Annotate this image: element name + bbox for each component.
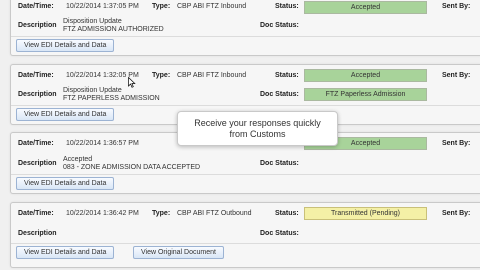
sent-by-label: Sent By: (442, 210, 471, 217)
type-label: Type: (152, 210, 171, 217)
doc-status-label: Doc Status: (260, 160, 299, 167)
date-time-label: Date/Time: (18, 3, 54, 10)
sent-by-label: Sent By: (442, 3, 471, 10)
divider (11, 174, 480, 175)
description-line-1: Disposition Update (63, 87, 122, 94)
description-line-1: Disposition Update (63, 18, 122, 25)
status-label: Status: (275, 3, 299, 10)
message-card: Date/Time: 10/22/2014 1:36:42 PM Type: C… (10, 202, 480, 268)
doc-status-badge: FTZ Paperless Admission (304, 88, 427, 101)
date-time-value: 10/22/2014 1:36:42 PM (66, 210, 139, 217)
view-edi-details-button[interactable]: View EDI Details and Data (16, 177, 115, 190)
description-line-2: FTZ PAPERLESS ADMISSION (63, 95, 160, 102)
status-badge: Accepted (304, 69, 427, 82)
divider (11, 36, 480, 37)
type-label: Type: (152, 72, 171, 79)
status-label: Status: (275, 210, 299, 217)
divider (11, 105, 480, 106)
date-time-value: 10/22/2014 1:36:57 PM (66, 140, 139, 147)
sent-by-label: Sent By: (442, 72, 471, 79)
status-badge: Transmitted (Pending) (304, 207, 427, 220)
view-edi-details-button[interactable]: View EDI Details and Data (16, 39, 115, 52)
info-tooltip: Receive your responses quickly from Cust… (177, 111, 338, 146)
doc-status-label: Doc Status: (260, 230, 299, 237)
date-time-label: Date/Time: (18, 210, 54, 217)
type-value: CBP ABI FTZ Outbound (177, 210, 252, 217)
view-original-document-button[interactable]: View Original Document (133, 246, 224, 259)
doc-status-label: Doc Status: (260, 91, 299, 98)
description-label: Description (18, 230, 57, 237)
view-edi-details-button[interactable]: View EDI Details and Data (16, 108, 115, 121)
tooltip-text: Receive your responses quickly from Cust… (194, 117, 321, 139)
divider (11, 243, 480, 244)
description-label: Description (18, 22, 57, 29)
date-time-label: Date/Time: (18, 140, 54, 147)
description-line-2: FTZ ADMISSION AUTHORIZED (63, 26, 164, 33)
message-card: Date/Time: 10/22/2014 1:37:05 PM Type: C… (10, 0, 480, 56)
type-label: Type: (152, 3, 171, 10)
sent-by-label: Sent By: (442, 140, 471, 147)
description-line-2: 083 - ZONE ADMISSION DATA ACCEPTED (63, 164, 201, 171)
type-value: CBP ABI FTZ Inbound (177, 72, 247, 79)
description-label: Description (18, 91, 57, 98)
date-time-label: Date/Time: (18, 72, 54, 79)
mouse-cursor-icon (128, 77, 136, 88)
type-value: CBP ABI FTZ Inbound (177, 3, 247, 10)
doc-status-label: Doc Status: (260, 22, 299, 29)
status-label: Status: (275, 72, 299, 79)
date-time-value: 10/22/2014 1:37:05 PM (66, 3, 139, 10)
status-badge: Accepted (304, 1, 427, 14)
description-line-1: Accepted (63, 156, 93, 163)
view-edi-details-button[interactable]: View EDI Details and Data (16, 246, 115, 259)
description-label: Description (18, 160, 57, 167)
